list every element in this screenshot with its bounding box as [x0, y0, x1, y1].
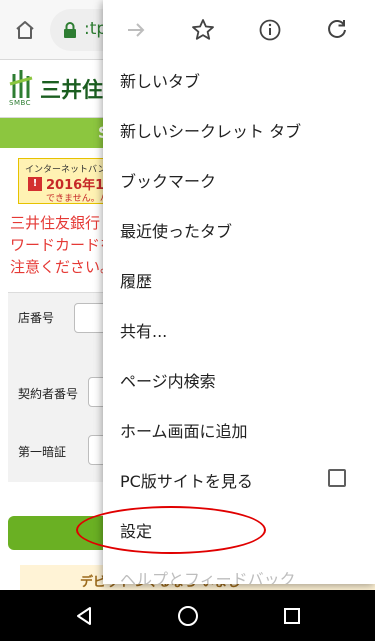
desktop-site-checkbox[interactable]: [328, 469, 346, 487]
menu-item-label: 共有...: [120, 322, 168, 341]
menu-item-help-feedback[interactable]: ヘルプとフィードバック: [120, 566, 296, 584]
home-circle-icon[interactable]: [176, 604, 200, 628]
menu-item-add-to-home[interactable]: ホーム画面に追加: [103, 403, 375, 453]
menu-item-desktop-site[interactable]: PC版サイトを見る: [103, 453, 375, 503]
contract-label: 契約者番号: [18, 387, 79, 401]
forward-icon[interactable]: [122, 16, 150, 44]
logo-sub: SMBC: [9, 99, 32, 107]
menu-item-history[interactable]: 履歴: [103, 253, 375, 303]
android-nav-bar: [0, 590, 375, 641]
home-icon[interactable]: [13, 18, 37, 42]
smbc-logo-icon: [9, 70, 33, 98]
menu-item-new-incognito-tab[interactable]: 新しいシークレット タブ: [103, 103, 375, 153]
branch-label: 店番号: [18, 311, 55, 325]
info-icon[interactable]: [256, 16, 284, 44]
menu-item-share[interactable]: 共有...: [103, 303, 375, 353]
annotation-circle: [76, 506, 266, 554]
star-icon[interactable]: [189, 16, 217, 44]
menu-item-label: ブックマーク: [120, 172, 217, 191]
menu-toolbar: [103, 0, 375, 60]
menu-item-new-tab[interactable]: 新しいタブ: [103, 53, 375, 103]
menu-item-label: 履歴: [120, 272, 153, 291]
recents-icon[interactable]: [280, 604, 304, 628]
menu-item-recent-tabs[interactable]: 最近使ったタブ: [103, 203, 375, 253]
warning-icon: !: [28, 177, 42, 191]
menu-item-label: 最近使ったタブ: [120, 222, 233, 241]
menu-item-label: ページ内検索: [120, 372, 216, 391]
warning-line: ワードカードを: [10, 236, 116, 254]
menu-item-bookmarks[interactable]: ブックマーク: [103, 153, 375, 203]
lock-icon: [64, 22, 76, 38]
warning-text: 三井住友銀行 ワードカードを 注意ください。: [10, 212, 115, 278]
menu-item-label: ホーム画面に追加: [120, 422, 248, 441]
pin-label: 第一暗証: [18, 445, 67, 459]
warning-line: 三井住友銀行: [10, 214, 101, 232]
menu-item-label: PC版サイトを見る: [120, 472, 253, 491]
overflow-menu: 新しいタブ 新しいシークレット タブ ブックマーク 最近使ったタブ 履歴 共有.…: [103, 0, 375, 584]
refresh-icon[interactable]: [323, 16, 351, 44]
menu-item-find-in-page[interactable]: ページ内検索: [103, 353, 375, 403]
menu-item-label: 新しいタブ: [120, 72, 201, 91]
warning-line: 注意ください。: [10, 258, 116, 276]
back-icon[interactable]: [72, 604, 96, 628]
menu-item-label: 新しいシークレット タブ: [120, 122, 302, 141]
